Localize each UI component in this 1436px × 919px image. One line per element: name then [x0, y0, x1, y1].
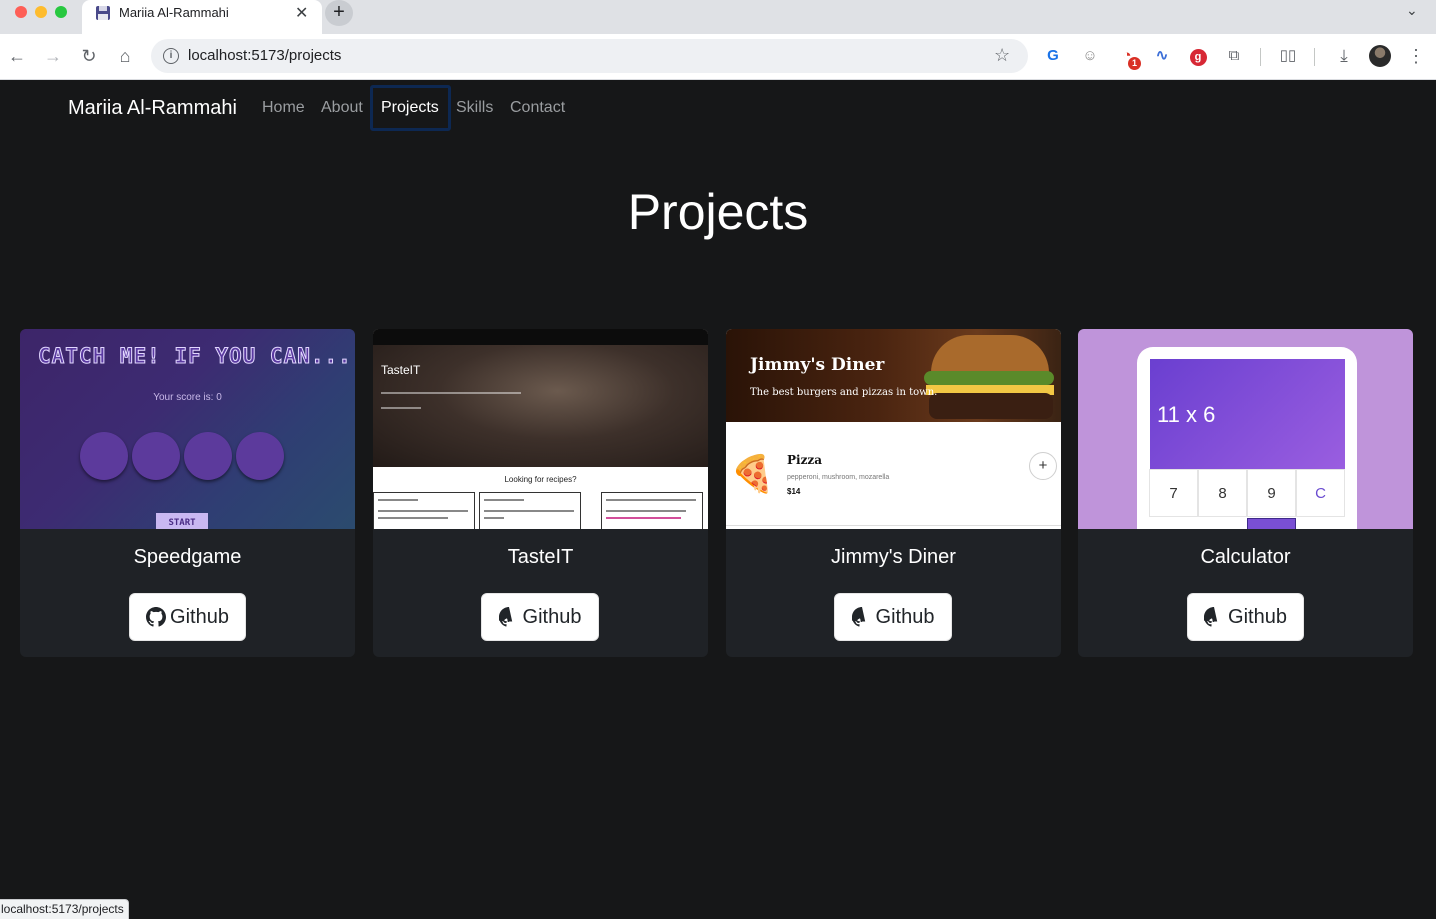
- site-info-icon[interactable]: i: [163, 48, 179, 64]
- thumb-calculator-key-highlight: [1247, 518, 1296, 529]
- thumb-calculator-key: C: [1296, 469, 1345, 517]
- thumb-navbar: [373, 329, 708, 345]
- forward-arrow-icon[interactable]: →: [41, 44, 65, 68]
- thumb-circle: [236, 432, 284, 480]
- extensions-puzzle-icon[interactable]: ⧉: [1222, 44, 1246, 68]
- thumb-question: Looking for recipes?: [504, 475, 577, 484]
- toolbar-divider: [1260, 48, 1261, 66]
- toolbar-divider: [1314, 48, 1315, 66]
- github-icon: [1204, 607, 1218, 627]
- navbar-brand[interactable]: Mariia Al-Rammahi: [68, 97, 237, 120]
- thumb-calculator-expression: 11 x 6: [1157, 402, 1216, 427]
- tab-search-chevron-icon[interactable]: ⌄: [1406, 2, 1418, 19]
- profile-avatar[interactable]: [1369, 45, 1391, 67]
- waveform-extension-icon[interactable]: ∿: [1150, 44, 1174, 68]
- github-icon: [498, 607, 512, 627]
- home-icon[interactable]: ⌂: [113, 44, 137, 68]
- nav-link-projects[interactable]: Projects: [381, 99, 439, 117]
- thumb-calculator-key: 7: [1149, 469, 1198, 517]
- project-thumbnail-calculator: 11 x 6 7 8 9 C: [1078, 329, 1413, 529]
- project-card-jimmys-diner: Jimmy's Diner The best burgers and pizza…: [726, 329, 1061, 657]
- thumb-score-text: Your score is: 0: [153, 392, 222, 403]
- browser-toolbar: ← → ↻ ⌂ i localhost:5173/projects ☆ G ☺ …: [0, 34, 1436, 80]
- address-bar[interactable]: i localhost:5173/projects ☆: [151, 39, 1028, 73]
- kebab-menu-icon[interactable]: ⋮: [1404, 44, 1428, 68]
- thumb-brand: TasteIT: [381, 363, 421, 377]
- thumb-burger-patty: [929, 393, 1053, 419]
- github-button-label: Github: [1228, 605, 1287, 628]
- project-card-speedgame: CATCH ME! IF YOU CAN... Your score is: 0…: [20, 329, 355, 657]
- thumb-circle: [80, 432, 128, 480]
- thumb-column: [479, 492, 581, 529]
- maximize-window-button[interactable]: [55, 6, 67, 18]
- notification-extension-icon[interactable]: ◔ 1: [1115, 44, 1141, 70]
- pizza-icon: 🍕: [730, 453, 775, 494]
- thumb-tagline: The best burgers and pizzas in town.: [750, 387, 938, 398]
- thumb-divider: [726, 525, 1061, 526]
- tab-close-icon[interactable]: ✕: [295, 3, 308, 23]
- thumb-calculator-key: 9: [1247, 469, 1296, 517]
- floppy-disk-icon: [96, 6, 110, 20]
- github-button[interactable]: Github: [1187, 593, 1304, 641]
- thumb-game-title: CATCH ME! IF YOU CAN...: [38, 344, 352, 369]
- reading-list-icon[interactable]: ▯▯: [1276, 44, 1300, 68]
- tab-title: Mariia Al-Rammahi: [119, 5, 229, 20]
- github-button-label: Github: [170, 605, 229, 628]
- thumb-circle: [132, 432, 180, 480]
- thumb-item-name: Pizza: [787, 453, 822, 467]
- thumb-hero-image: [373, 329, 708, 467]
- reload-icon[interactable]: ↻: [77, 44, 101, 68]
- thumb-brand: Jimmy's Diner: [750, 355, 885, 375]
- project-title: TasteIT: [507, 546, 574, 568]
- emoji-extension-icon[interactable]: ☺: [1078, 44, 1102, 68]
- grammarly-extension-icon[interactable]: g: [1186, 44, 1210, 68]
- project-title: Jimmy's Diner: [831, 546, 956, 568]
- status-bar-url: localhost:5173/projects: [0, 899, 129, 919]
- project-title: Speedgame: [133, 546, 242, 568]
- thumb-burger-lettuce: [924, 371, 1054, 385]
- github-button[interactable]: Github: [129, 593, 246, 641]
- nav-link-contact[interactable]: Contact: [510, 99, 565, 117]
- extension-badge: 1: [1128, 57, 1141, 70]
- github-button-label: Github: [522, 605, 582, 628]
- github-button[interactable]: Github: [834, 593, 952, 641]
- github-icon: [146, 607, 167, 627]
- thumb-column: [601, 492, 703, 529]
- project-card-calculator: 11 x 6 7 8 9 C Calculator Github: [1078, 329, 1413, 657]
- back-arrow-icon[interactable]: ←: [5, 44, 29, 68]
- thumb-item-price: $14: [787, 487, 801, 496]
- thumb-text-line: [381, 392, 521, 394]
- thumb-column: [373, 492, 475, 529]
- address-url[interactable]: localhost:5173/projects: [188, 47, 341, 64]
- browser-tabstrip: Mariia Al-Rammahi ✕ + ⌄: [0, 0, 1436, 34]
- project-card-tasteit: TasteIT Looking for recipes? TasteIT Git…: [373, 329, 708, 657]
- thumb-text-line: [381, 407, 421, 409]
- thumb-item-ingredients: pepperoni, mushroom, mozarella: [787, 474, 890, 481]
- download-icon[interactable]: ⤓: [1332, 44, 1356, 68]
- project-title: Calculator: [1200, 546, 1291, 568]
- nav-link-home[interactable]: Home: [262, 99, 305, 117]
- project-thumbnail-jimmys-diner: Jimmy's Diner The best burgers and pizza…: [726, 329, 1061, 529]
- project-thumbnail-tasteit: TasteIT Looking for recipes?: [373, 329, 708, 529]
- minimize-window-button[interactable]: [35, 6, 47, 18]
- nav-link-about[interactable]: About: [321, 99, 363, 117]
- github-icon: [851, 607, 865, 627]
- github-button-label: Github: [875, 605, 935, 628]
- github-button[interactable]: Github: [481, 593, 599, 641]
- page-title: Projects: [627, 184, 809, 240]
- close-window-button[interactable]: [15, 6, 27, 18]
- project-thumbnail-speedgame: CATCH ME! IF YOU CAN... Your score is: 0…: [20, 329, 355, 529]
- thumb-calculator-key: 8: [1198, 469, 1247, 517]
- bookmark-star-icon[interactable]: ☆: [994, 45, 1010, 66]
- thumb-add-button: +: [1029, 452, 1057, 480]
- translate-extension-icon[interactable]: G: [1041, 44, 1065, 68]
- thumb-start-button: START: [156, 513, 208, 529]
- thumb-circle: [184, 432, 232, 480]
- new-tab-button[interactable]: +: [325, 0, 353, 26]
- browser-tab-active[interactable]: Mariia Al-Rammahi ✕: [82, 0, 322, 34]
- nav-link-skills[interactable]: Skills: [456, 99, 493, 117]
